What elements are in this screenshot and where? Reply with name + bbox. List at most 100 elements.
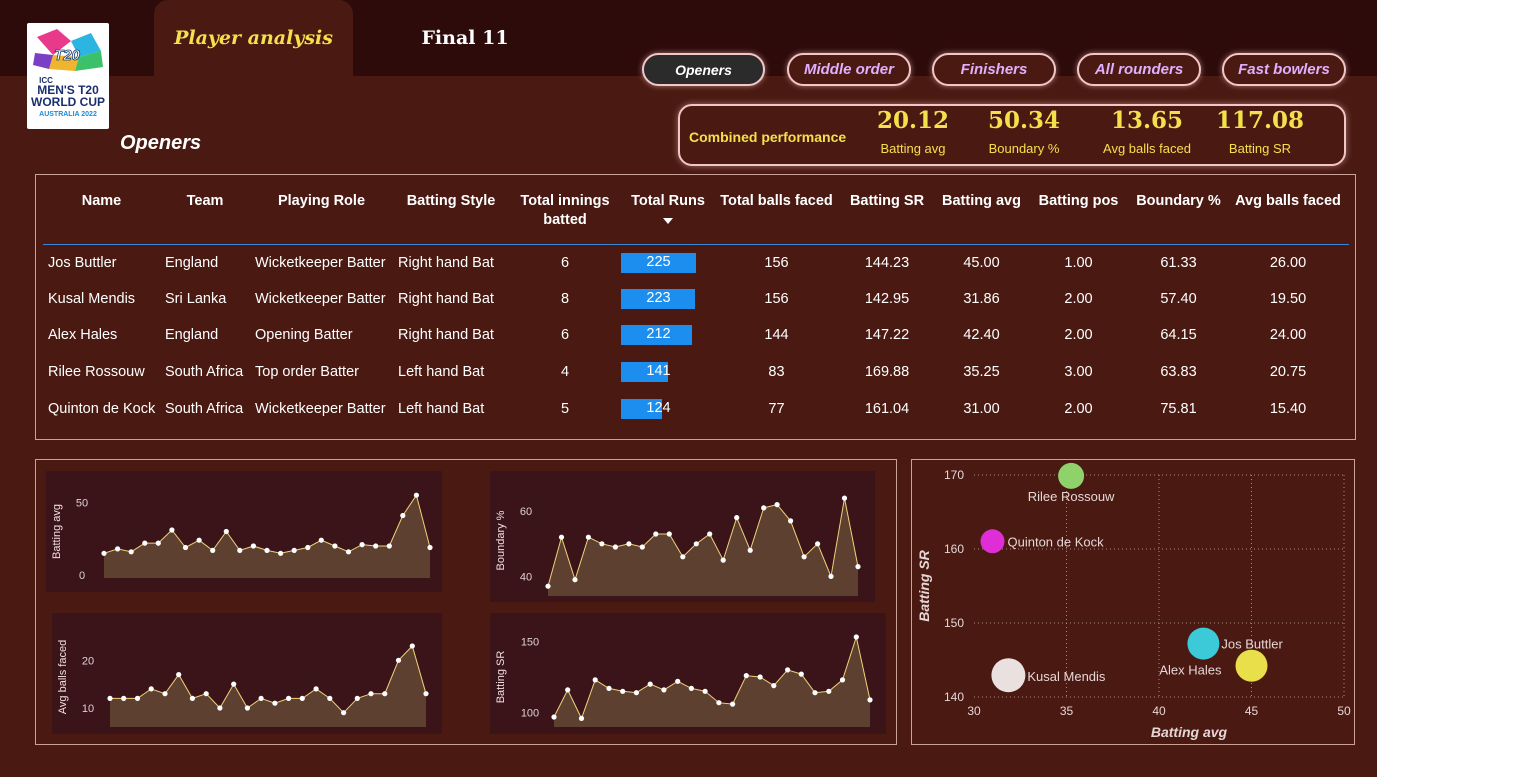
avg-balls-faced-point	[299, 695, 305, 701]
table-row[interactable]: Alex Hales England Opening Batter Right han…	[43, 317, 1349, 354]
scatter-point	[1187, 627, 1220, 660]
t20-world-cup-logo: T20 ICC MEN'S T20 WORLD CUP AUSTRALIA 20…	[27, 23, 109, 129]
cell-balls-faced: 156	[764, 290, 789, 307]
all-rounders-button[interactable]: All rounders	[1077, 53, 1201, 86]
col-header-total-innings[interactable]: Total innings batted	[509, 175, 621, 245]
col-header-total-runs[interactable]: Total Runs	[621, 175, 715, 245]
report-canvas: T20 ICC MEN'S T20 WORLD CUP AUSTRALIA 20…	[0, 0, 1377, 777]
runs-value: 225	[646, 253, 671, 270]
cell-boundary-pct: 57.40	[1160, 290, 1197, 307]
cell-batting-avg: 35.25	[963, 364, 1000, 381]
boundary-point	[761, 505, 767, 511]
batting-avg-y-tick-label: 50	[76, 497, 88, 509]
table-row[interactable]: Jos Buttler England Wicketkeeper Batter Rig…	[43, 244, 1349, 281]
runs-data-bar-cell: 225	[621, 252, 715, 273]
cell-batting-sr: 142.95	[864, 290, 910, 307]
openers-table: Name Team Playing Role Batting Style Tot…	[43, 175, 1349, 427]
table-row[interactable]: Kusal Mendis Sri Lanka Wicketkeeper Batter…	[43, 281, 1349, 318]
col-header-batting-style[interactable]: Batting Style	[393, 175, 509, 245]
avg-balls-faced-point	[272, 700, 278, 706]
boundary-point	[720, 557, 726, 563]
boundary-point	[747, 547, 753, 553]
cell-team: Sri Lanka	[165, 290, 227, 307]
scatter-y-tick-label: 150	[944, 616, 964, 630]
scatter-point-label: Jos Buttler	[1221, 637, 1283, 652]
boundary-point	[680, 554, 686, 560]
cell-team: South Africa	[165, 400, 244, 417]
middle-order-button[interactable]: Middle order	[787, 53, 911, 86]
batting-avg-point	[305, 544, 311, 551]
boundary-point	[841, 495, 848, 501]
boundary-area	[548, 498, 858, 596]
fast-bowlers-button[interactable]: Fast bowlers	[1222, 53, 1346, 86]
kpi-avg-balls-faced-value: 13.65	[1110, 107, 1184, 134]
batting-sr-point	[826, 688, 832, 694]
combined-performance-card: Combined performance 20.12 Batting avg 5…	[678, 104, 1346, 166]
batting-avg-area	[104, 495, 430, 578]
scatter-point-label: Rilee Rossouw	[1028, 489, 1115, 504]
boundary-point	[572, 577, 578, 583]
cell-balls-faced: 156	[764, 254, 789, 271]
cell-balls-faced: 83	[768, 364, 785, 381]
avg-balls-faced-point	[313, 686, 319, 692]
runs-value: 223	[646, 289, 671, 306]
batting-sr-point	[771, 683, 777, 689]
finishers-button[interactable]: Finishers	[932, 53, 1056, 86]
col-header-total-balls[interactable]: Total balls faced	[715, 175, 838, 245]
openers-table-card: Name Team Playing Role Batting Style Tot…	[35, 174, 1356, 440]
avg-balls-faced-point	[382, 691, 388, 697]
batting-avg-point	[332, 543, 338, 549]
cell-playing-role: Wicketkeeper Batter	[255, 290, 386, 307]
cell-avg-balls-faced: 19.50	[1269, 290, 1307, 307]
col-header-name[interactable]: Name	[43, 175, 160, 245]
col-header-boundary[interactable]: Boundary %	[1130, 175, 1227, 245]
cell-batting-avg: 31.86	[963, 290, 1000, 307]
cell-boundary-pct: 75.81	[1160, 400, 1197, 417]
boundary-point	[558, 534, 565, 540]
cell-avg-balls-faced: 24.00	[1269, 327, 1307, 344]
batting-avg-y-tick-label: 0	[79, 570, 85, 582]
batting-sr-point	[551, 714, 557, 720]
tab-player-analysis[interactable]: Player analysis	[154, 0, 353, 76]
scatter-point-label: Alex Hales	[1159, 663, 1222, 678]
avg-balls-faced-point	[354, 695, 360, 701]
batting-sr-point	[647, 681, 653, 687]
cell-runs: 141	[621, 354, 715, 391]
batting-sr-area	[554, 637, 870, 727]
openers-button[interactable]: Openers	[642, 53, 765, 86]
avg-balls-faced-point	[231, 681, 237, 687]
cell-innings: 5	[560, 400, 570, 417]
batting-sr-point	[730, 701, 736, 707]
col-header-playing-role[interactable]: Playing Role	[250, 175, 393, 245]
batting-avg-point	[413, 492, 419, 498]
col-header-batting-avg[interactable]: Batting avg	[936, 175, 1027, 245]
scatter-x-axis-label: Batting avg	[1151, 724, 1228, 740]
table-row[interactable]: Quinton de Kock South Africa Wicketkeeper …	[43, 390, 1349, 427]
col-header-batting-pos[interactable]: Batting pos	[1027, 175, 1130, 245]
table-row[interactable]: Rilee Rossouw South Africa Top order Batte…	[43, 354, 1349, 391]
col-header-avg-balls-faced[interactable]: Avg balls faced	[1227, 175, 1349, 245]
kpi-batting-sr-label: Batting SR	[1228, 141, 1292, 156]
batting-avg-point	[142, 540, 148, 546]
cell-batting-style: Right hand Bat	[398, 254, 494, 271]
batting-sr-point	[688, 685, 694, 691]
tab-final-11[interactable]: Final 11	[380, 0, 550, 76]
kpi-batting-sr-value: 117.08	[1215, 107, 1305, 134]
batting-avg-point	[250, 543, 256, 549]
avg-balls-faced-point	[107, 695, 113, 701]
logo-text-world-cup: WORLD CUP	[31, 95, 105, 109]
batting-avg-chart-svg: 0 50 Batting avg	[51, 492, 433, 582]
boundary-y-axis-label: Boundary %	[495, 510, 507, 570]
avg-balls-faced-point	[423, 691, 429, 697]
runs-data-bar-cell: 141	[621, 362, 715, 383]
boundary-point	[612, 544, 618, 550]
col-header-team[interactable]: Team	[160, 175, 250, 245]
sort-descending-icon[interactable]	[663, 218, 673, 224]
avg-balls-faced-chart-svg: 10 20 Avg balls faced	[57, 640, 429, 727]
kpi-batting-avg-label: Batting avg	[880, 141, 946, 156]
col-header-batting-sr[interactable]: Batting SR	[838, 175, 936, 245]
batting-avg-chart: 0 50 Batting avg	[46, 471, 442, 592]
batting-sr-point	[867, 697, 873, 703]
kpi-avg-balls-faced-label: Avg balls faced	[1103, 141, 1191, 156]
scatter-point-label: Quinton de Kock	[1008, 534, 1105, 549]
